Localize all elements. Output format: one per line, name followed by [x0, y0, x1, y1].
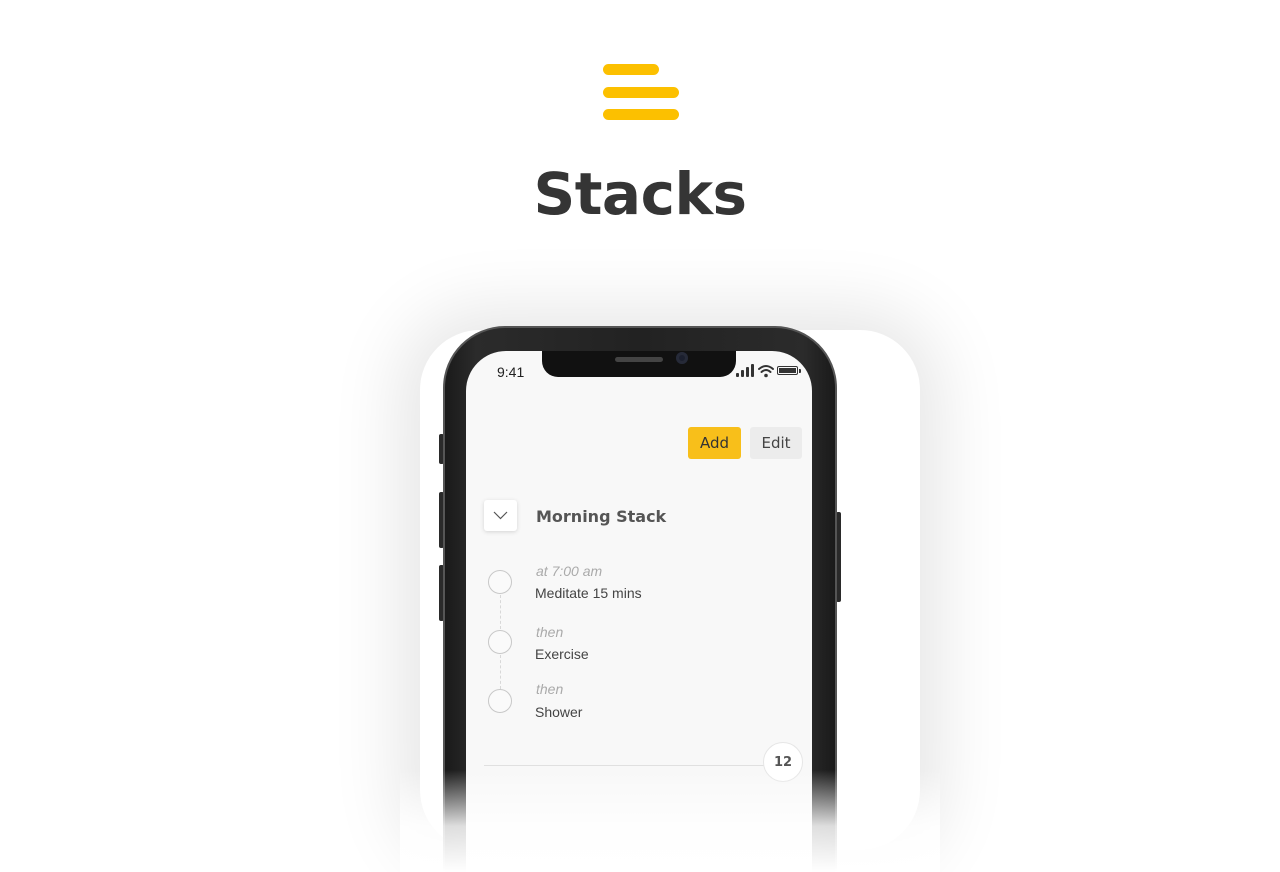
battery-icon	[777, 366, 801, 375]
step-cue: at 7:00 am	[536, 563, 603, 579]
chevron-down-icon	[493, 511, 508, 520]
step-cue: then	[536, 624, 564, 640]
stacks-logo-icon	[602, 63, 680, 121]
step-cue: then	[536, 681, 564, 697]
phone-notch	[542, 351, 736, 377]
add-button[interactable]: Add	[688, 427, 741, 459]
stack-step[interactable]: at 7:00 am Meditate 15 mins	[466, 561, 812, 613]
stack-title: Morning Stack	[536, 507, 667, 526]
logo-bar-bottom	[603, 109, 679, 120]
app-title: Stacks	[533, 160, 747, 228]
speaker-grille	[615, 357, 663, 362]
stack-count-badge: 12	[763, 742, 803, 782]
phone-screen: 9:41 Add Edit Morning Stack at 7:00 am M…	[466, 351, 812, 872]
step-name: Meditate 15 mins	[535, 585, 642, 601]
step-checkbox[interactable]	[488, 689, 512, 713]
step-checkbox[interactable]	[488, 630, 512, 654]
collapse-stack-button[interactable]	[484, 500, 517, 531]
wifi-icon	[758, 365, 774, 378]
stack-step[interactable]: then Shower	[466, 680, 812, 732]
logo-bar-middle	[603, 87, 679, 98]
step-name: Exercise	[535, 646, 589, 662]
front-camera	[676, 352, 688, 364]
signal-icon	[736, 364, 756, 378]
step-name: Shower	[535, 704, 583, 720]
status-time: 9:41	[497, 364, 525, 380]
stack-divider	[484, 765, 774, 766]
battery-level	[779, 368, 796, 373]
stack-step[interactable]: then Exercise	[466, 622, 812, 674]
edit-button[interactable]: Edit	[750, 427, 802, 459]
step-checkbox[interactable]	[488, 570, 512, 594]
status-icons	[736, 364, 802, 378]
page: Stacks 9:41 Add Edit Morning Stack at 7:…	[0, 0, 1280, 872]
logo-bar-short	[603, 64, 659, 75]
